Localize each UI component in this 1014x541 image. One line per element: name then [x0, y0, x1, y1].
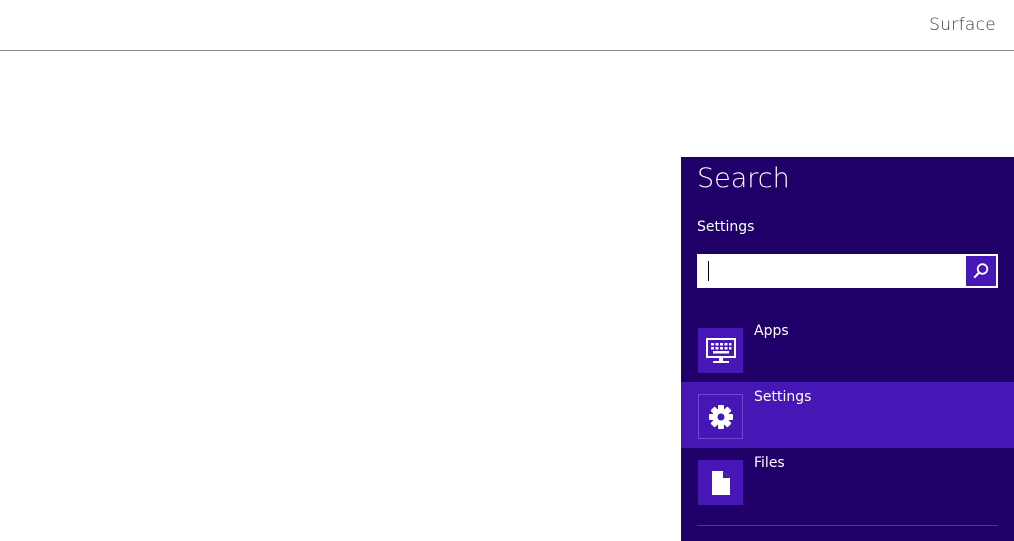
- files-tile: [698, 460, 743, 505]
- file-icon: [711, 470, 730, 495]
- apps-icon: [705, 337, 736, 363]
- gear-icon: [708, 404, 733, 429]
- text-caret: [708, 261, 709, 281]
- search-scope-label: Settings: [697, 219, 755, 235]
- scope-item-apps[interactable]: Apps: [681, 316, 1014, 382]
- device-name: Surface: [929, 15, 996, 35]
- search-charm-title: Search: [697, 163, 790, 194]
- scope-item-apps-label: Apps: [754, 323, 789, 339]
- scope-item-settings-label: Settings: [754, 389, 812, 405]
- apps-tile: [698, 328, 743, 373]
- scope-item-settings[interactable]: Settings: [681, 382, 1014, 448]
- scope-item-files-label: Files: [754, 455, 785, 471]
- search-icon: [973, 263, 989, 279]
- divider: [697, 525, 998, 526]
- search-button[interactable]: [966, 256, 996, 286]
- settings-tile: [698, 394, 743, 439]
- scope-item-files[interactable]: Files: [681, 448, 1014, 514]
- top-bar: Surface: [0, 0, 1014, 51]
- search-box: [697, 254, 998, 288]
- search-charm: Search Settings Apps Settings Files: [681, 157, 1014, 541]
- search-input[interactable]: [697, 254, 963, 288]
